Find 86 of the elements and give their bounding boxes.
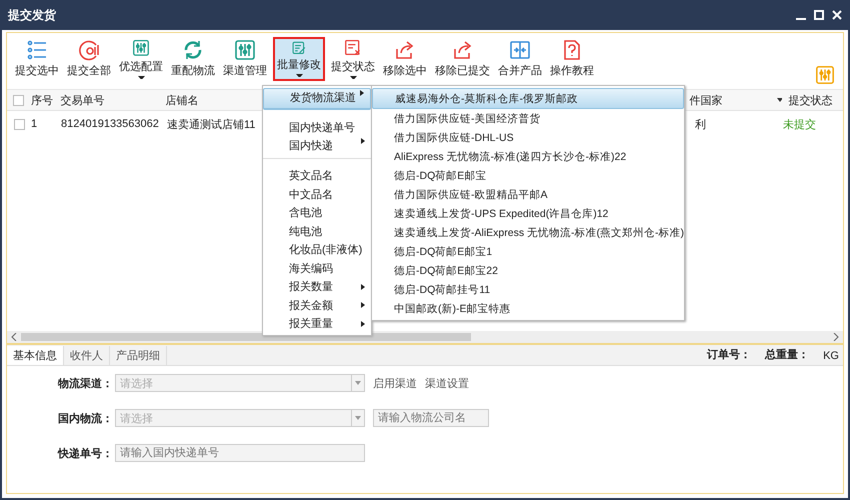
table-cell-text: 8124019133563062	[61, 118, 160, 130]
menu-item[interactable]: 借力国际供应链-欧盟精品平邮A	[372, 185, 684, 204]
toolbar-button[interactable]: 渠道管理	[221, 37, 269, 81]
menu-item[interactable]: 报关数量	[263, 278, 371, 296]
menu-item[interactable]: 海关编码	[263, 259, 371, 278]
column-header[interactable]: 店铺名	[166, 92, 257, 108]
dropdown-icon[interactable]	[776, 98, 782, 102]
toolbar-button[interactable]: 合并产品	[496, 37, 544, 81]
menu-item[interactable]: 纯电池	[263, 222, 371, 240]
toolbar-button[interactable]: 提交选中	[13, 37, 61, 81]
table-cell-text: 速卖通测试店铺11	[167, 118, 256, 132]
toolbar-button[interactable]: 提交状态	[329, 37, 377, 81]
field-label: 国内物流：	[57, 412, 113, 426]
submenu-arrow-icon	[361, 320, 365, 327]
menu-item[interactable]: 发货物流渠道	[263, 88, 371, 110]
caret-icon	[296, 74, 302, 77]
menu-item[interactable]: 速卖通线上发货-UPS Expedited(许昌仓库)12	[372, 204, 684, 223]
summary-label: KG	[823, 350, 839, 364]
column-header[interactable]: 交易单号	[60, 92, 166, 108]
toolbar-button[interactable]: 操作教程	[548, 37, 596, 81]
submenu-arrow-icon	[361, 302, 365, 308]
menu-item[interactable]: 德启-DQ荷邮E邮宝22	[372, 261, 684, 280]
table-cell-text: 利	[695, 118, 707, 132]
menu-item[interactable]: 借力国际供应链-美国经济普货	[372, 109, 684, 128]
toolbar-button[interactable]: 优选配置	[117, 37, 165, 81]
list-icon	[26, 39, 48, 61]
tab[interactable]: 基本信息	[7, 346, 64, 365]
menu-item[interactable]: 国内快递	[263, 136, 371, 158]
menu-item[interactable]: 速卖通线上发货-AliExpress 无忧物流-标准(燕文郑州仓-标准)	[372, 223, 684, 242]
input-field[interactable]: 请输入物流公司名	[373, 409, 489, 427]
submenu-arrow-icon	[360, 90, 364, 96]
share-icon	[394, 39, 416, 61]
tab[interactable]: 产品明细	[110, 346, 167, 365]
sliders-icon	[234, 39, 256, 61]
caret-icon	[355, 416, 361, 420]
input-field[interactable]: 请输入国内快递单号	[115, 444, 365, 462]
caret-icon	[138, 76, 144, 79]
window-title: 提交发货	[8, 6, 56, 24]
table-cell-text: 1	[31, 118, 38, 130]
horizontal-scrollbar[interactable]	[7, 331, 843, 343]
sliders-icon	[130, 39, 152, 57]
toolbar-button[interactable]: 移除已提交	[433, 37, 492, 81]
column-header[interactable]: 提交状态	[788, 92, 844, 108]
checkbox[interactable]	[13, 94, 24, 106]
field-label: 物流渠道：	[56, 376, 113, 390]
toolbar-button[interactable]: 重配物流	[169, 37, 217, 81]
summary-label: 订单号：	[707, 348, 752, 363]
summary-label: 总重量：	[765, 348, 810, 363]
table-cell-text: 未提交	[783, 118, 817, 132]
submenu-arrow-icon	[361, 284, 365, 290]
scroll-left-icon[interactable]	[11, 333, 17, 341]
link[interactable]: 渠道设置	[425, 376, 469, 390]
scroll-right-icon[interactable]	[833, 333, 839, 341]
merge-icon	[509, 39, 531, 61]
checkbox[interactable]	[14, 118, 24, 130]
column-header[interactable]: 序号	[30, 92, 61, 108]
menu-item[interactable]: 威速易海外仓-莫斯科仓库-俄罗斯邮政	[372, 88, 684, 109]
refresh-icon	[182, 39, 204, 61]
menu-item[interactable]: 德启-DQ荷邮E邮宝	[372, 166, 684, 185]
menu-item[interactable]: 含电池	[263, 204, 371, 222]
menu-item[interactable]: 德启-DQ荷邮E邮宝1	[372, 242, 684, 261]
menu-item[interactable]: 英文品名	[263, 166, 371, 185]
menu-item[interactable]: AliExpress 无忧物流-标准(递四方长沙仓-标准)22	[372, 147, 684, 166]
caret-icon	[355, 381, 361, 385]
menu-item[interactable]: 报关重量	[263, 314, 371, 333]
menu-item[interactable]: 借力国际供应链-DHL-US	[372, 128, 684, 147]
menu-item[interactable]: 中文品名	[263, 185, 371, 204]
field-label: 快递单号：	[56, 446, 113, 460]
submenu-arrow-icon	[361, 138, 365, 144]
menu-item[interactable]: 德启-DQ荷邮挂号11	[372, 280, 684, 299]
menu-item[interactable]: 报关金额	[263, 296, 371, 314]
toolbar-button[interactable]: 提交全部	[65, 37, 113, 81]
maximize-icon[interactable]	[814, 10, 824, 20]
toolbar-button[interactable]: 批量修改	[273, 37, 325, 81]
tab[interactable]: 收件人	[64, 346, 110, 365]
column-header[interactable]: 件国家	[689, 92, 777, 108]
help-icon	[561, 39, 583, 61]
link[interactable]: 启用渠道	[373, 376, 417, 390]
caret-icon	[350, 76, 356, 79]
menu-item[interactable]: 化妆品(非液体)	[263, 240, 371, 259]
menu-item[interactable]: 国内快递单号	[263, 118, 371, 136]
close-icon[interactable]	[832, 10, 842, 20]
menu-item[interactable]: 中国邮政(新)-E邮宝特惠	[372, 299, 684, 318]
toolbar-button[interactable]: 移除选中	[381, 37, 429, 81]
share-icon	[452, 39, 474, 61]
at-icon	[78, 39, 100, 61]
